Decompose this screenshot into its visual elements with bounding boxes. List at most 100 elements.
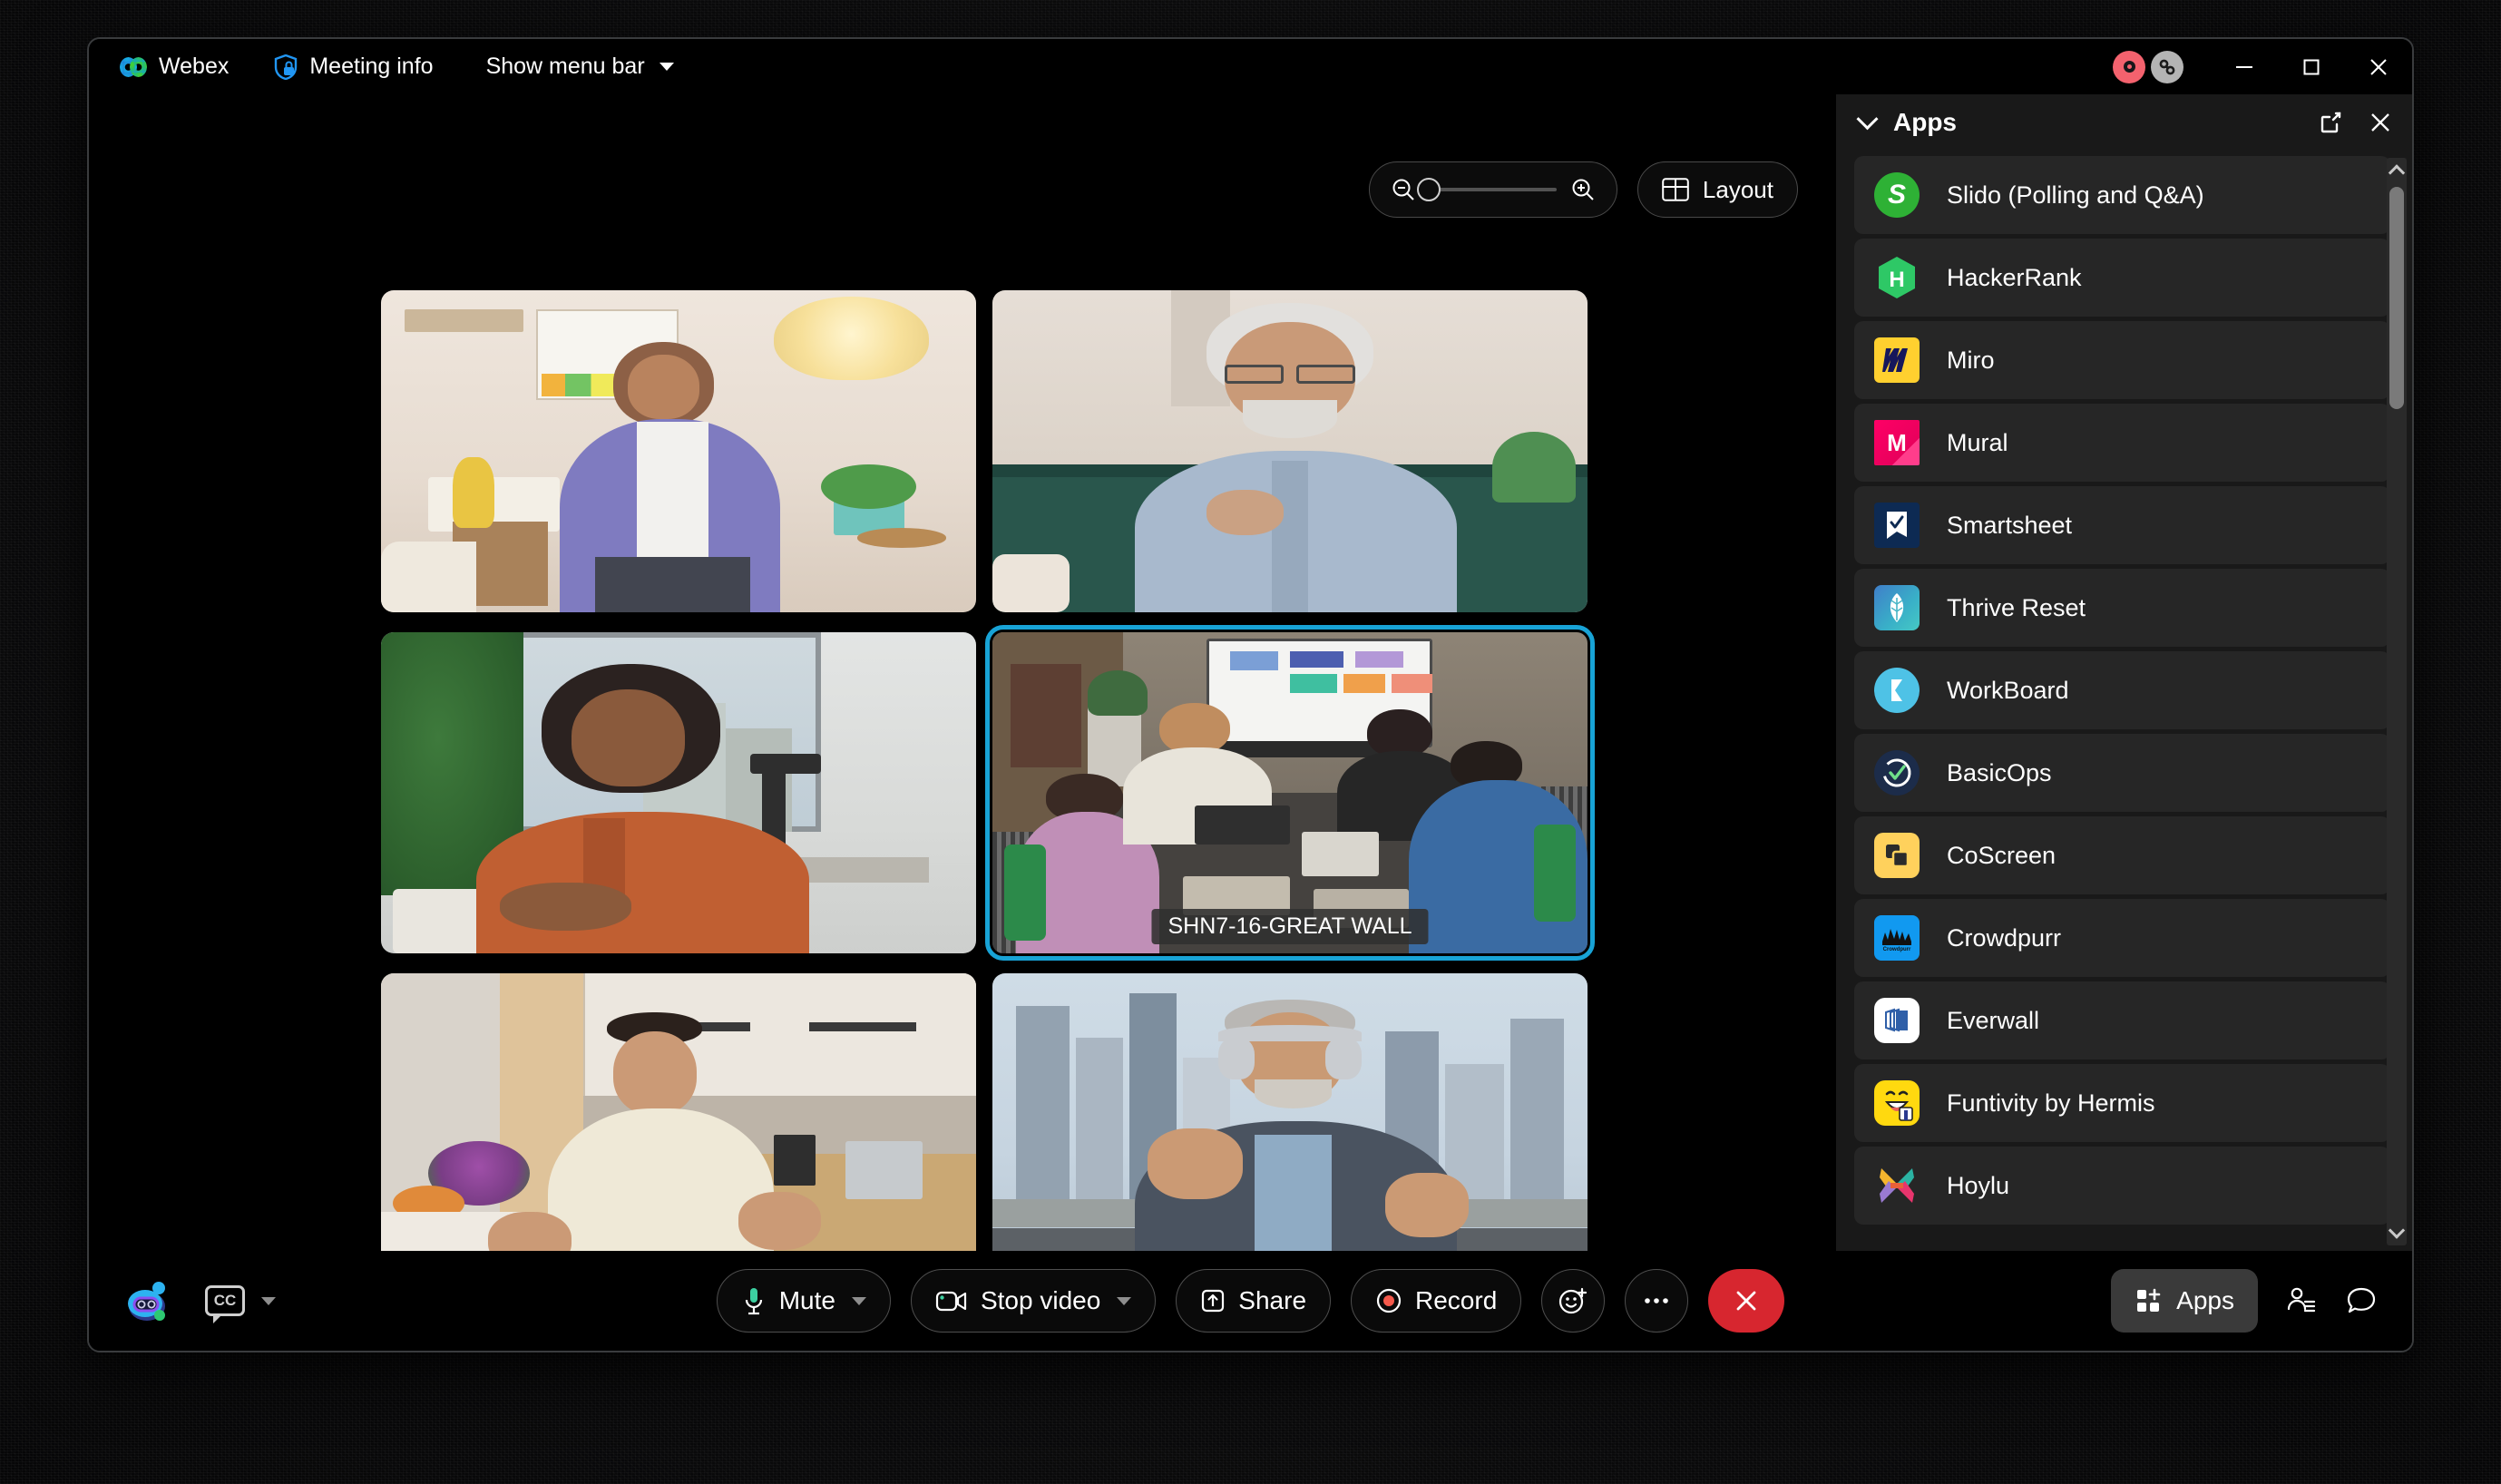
video-stage: Layout (89, 94, 1836, 1251)
app-item-basicops[interactable]: BasicOps (1854, 734, 2390, 812)
apps-list[interactable]: S Slido (Polling and Q&A) H HackerRank (1836, 151, 2412, 1251)
app-item-everwall[interactable]: Everwall (1854, 981, 2390, 1059)
reactions-button[interactable] (1541, 1269, 1605, 1333)
app-item-hoylu[interactable]: Hoylu (1854, 1147, 2390, 1225)
app-label: BasicOps (1947, 759, 2052, 787)
apps-panel-title: Apps (1893, 108, 1957, 137)
app-item-hackerrank[interactable]: H HackerRank (1854, 239, 2390, 317)
scroll-up-arrow-icon[interactable] (2389, 164, 2405, 181)
stop-video-label: Stop video (981, 1286, 1100, 1315)
app-item-slido[interactable]: S Slido (Polling and Q&A) (1854, 156, 2390, 234)
close-icon[interactable] (2369, 111, 2392, 134)
layout-grid-icon (1662, 178, 1689, 201)
meeting-info-label: Meeting info (309, 54, 433, 80)
hoylu-icon (1874, 1163, 1920, 1208)
microphone-icon (741, 1285, 767, 1316)
record-icon (1375, 1287, 1402, 1314)
basicops-icon (1874, 750, 1920, 796)
leave-meeting-button[interactable] (1708, 1269, 1784, 1333)
app-item-coscreen[interactable]: CoScreen (1854, 816, 2390, 894)
show-menu-bar-button[interactable]: Show menu bar (479, 39, 681, 94)
app-item-mural[interactable]: M Mural (1854, 404, 2390, 482)
open-in-new-icon[interactable] (2318, 110, 2343, 135)
more-options-button[interactable] (1625, 1269, 1688, 1333)
connection-status-icon[interactable] (2151, 51, 2183, 83)
shield-lock-icon (274, 54, 298, 80)
record-button[interactable]: Record (1351, 1269, 1521, 1333)
workboard-icon (1874, 668, 1920, 713)
hackerrank-icon: H (1874, 255, 1920, 300)
participant-tile-5[interactable] (381, 973, 976, 1295)
app-label: HackerRank (1947, 264, 2082, 292)
apps-toggle-button[interactable]: Apps (2111, 1269, 2258, 1333)
apps-toggle-label: Apps (2176, 1286, 2234, 1315)
app-label: Crowdpurr (1947, 924, 2061, 952)
chevron-down-icon[interactable] (1117, 1297, 1131, 1305)
chat-button[interactable] (2345, 1284, 2378, 1317)
video-feed-2 (992, 290, 1588, 612)
funtivity-icon (1874, 1080, 1920, 1126)
app-item-smartsheet[interactable]: Smartsheet (1854, 486, 2390, 564)
participant-tile-6[interactable] (992, 973, 1588, 1295)
mute-button[interactable]: Mute (717, 1269, 891, 1333)
app-label: Smartsheet (1947, 512, 2072, 540)
participant-tile-3[interactable] (381, 632, 976, 954)
video-feed-6 (992, 973, 1588, 1295)
slido-icon: S (1874, 172, 1920, 218)
zoom-slider-thumb[interactable] (1417, 178, 1441, 201)
app-label: Everwall (1947, 1007, 2039, 1035)
share-label: Share (1238, 1286, 1306, 1315)
scroll-down-arrow-icon[interactable] (2389, 1222, 2405, 1238)
share-screen-icon (1200, 1288, 1226, 1313)
everwall-icon (1874, 998, 1920, 1043)
smartsheet-icon (1874, 503, 1920, 548)
app-item-crowdpurr[interactable]: Crowdpurr Crowdpurr (1854, 899, 2390, 977)
webex-brand[interactable]: Webex (112, 39, 236, 94)
tile-name-label: SHN7-16-GREAT WALL (1151, 909, 1428, 944)
app-item-funtivity[interactable]: Funtivity by Hermis (1854, 1064, 2390, 1142)
chevron-down-icon[interactable] (1856, 108, 1878, 130)
participant-tile-2[interactable] (992, 290, 1588, 612)
participants-button[interactable] (2285, 1284, 2318, 1317)
app-item-miro[interactable]: Miro (1854, 321, 2390, 399)
svg-text:Crowdpurr: Crowdpurr (1883, 947, 1911, 952)
app-label: Funtivity by Hermis (1947, 1089, 2155, 1118)
close-button[interactable] (2345, 39, 2412, 94)
video-feed-1 (381, 290, 976, 612)
apps-panel: Apps S (1836, 94, 2412, 1251)
apps-scrollbar[interactable] (2387, 158, 2407, 1245)
coscreen-icon (1874, 833, 1920, 878)
minimize-button[interactable] (2211, 39, 2278, 94)
crowdpurr-icon: Crowdpurr (1874, 915, 1920, 961)
meeting-control-bar: CC Mute (89, 1251, 2412, 1351)
chevron-down-icon (659, 63, 674, 71)
stop-video-button[interactable]: Stop video (911, 1269, 1156, 1333)
maximize-button[interactable] (2278, 39, 2345, 94)
zoom-out-icon[interactable] (1390, 176, 1417, 203)
app-label: Miro (1947, 347, 1995, 375)
participant-tile-4[interactable]: SHN7-16-GREAT WALL (992, 632, 1588, 954)
zoom-slider-track[interactable] (1430, 188, 1557, 191)
title-bar: Webex Meeting info Show menu bar (89, 39, 2412, 94)
window-controls (2113, 39, 2412, 94)
control-bar-center: Mute Stop video (89, 1269, 2412, 1333)
app-label: CoScreen (1947, 842, 2056, 870)
app-label: Mural (1947, 429, 2008, 457)
app-label: Slido (Polling and Q&A) (1947, 181, 2204, 210)
chevron-down-icon[interactable] (852, 1297, 866, 1305)
svg-text:H: H (1889, 268, 1904, 292)
mural-icon: M (1874, 420, 1920, 465)
meeting-info-button[interactable]: Meeting info (267, 39, 440, 94)
video-grid: SHN7-16-GREAT WALL (381, 290, 1588, 1295)
zoom-slider-control[interactable] (1369, 161, 1617, 218)
app-item-thrive-reset[interactable]: Thrive Reset (1854, 569, 2390, 647)
apps-panel-header: Apps (1836, 94, 2412, 151)
participant-tile-1[interactable] (381, 290, 976, 612)
layout-button[interactable]: Layout (1637, 161, 1798, 218)
app-label: Thrive Reset (1947, 594, 2086, 622)
apps-scrollbar-thumb[interactable] (2389, 187, 2404, 409)
recording-indicator-icon[interactable] (2113, 51, 2145, 83)
app-item-workboard[interactable]: WorkBoard (1854, 651, 2390, 729)
share-button[interactable]: Share (1176, 1269, 1331, 1333)
zoom-in-icon[interactable] (1569, 176, 1597, 203)
